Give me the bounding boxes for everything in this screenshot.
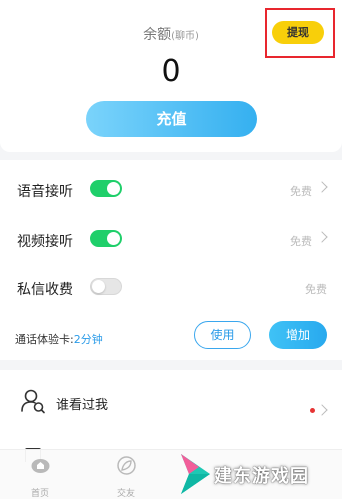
withdraw-button[interactable]: 提现	[272, 21, 324, 44]
site-watermark: 建东游戏园	[176, 450, 342, 499]
toggle-knob	[107, 232, 120, 245]
balance-label-text: 余额	[143, 27, 172, 43]
call-trial-minutes: 2分钟	[73, 333, 103, 346]
chevron-right-icon	[316, 181, 328, 193]
voice-answer-label: 语音接听	[17, 184, 73, 200]
add-trial-button[interactable]: 增加	[269, 321, 327, 349]
tab-home[interactable]: 首页	[20, 454, 60, 499]
notification-dot	[310, 408, 315, 413]
balance-value: 0	[161, 54, 181, 89]
video-answer-label: 视频接听	[17, 234, 73, 250]
recharge-button[interactable]: 充值	[86, 101, 257, 137]
balance-unit: (聊币)	[171, 31, 199, 42]
toggle-knob	[92, 280, 105, 293]
voice-answer-price: 免费	[290, 185, 312, 198]
voice-answer-toggle[interactable]	[90, 180, 122, 197]
call-settings-card: 语音接听 免费 视频接听 免费 私信收费 免费 通话体验卡:2分钟 使用 增加	[0, 160, 342, 360]
tab-home-label: 首页	[30, 489, 49, 499]
video-answer-toggle[interactable]	[90, 230, 122, 247]
tab-friends[interactable]: 交友	[106, 454, 146, 499]
chevron-right-icon	[316, 231, 328, 243]
private-message-fee-row: 私信收费 免费	[0, 266, 342, 310]
chevron-right-icon	[316, 404, 328, 416]
home-icon	[31, 459, 50, 473]
user-search-icon	[21, 389, 45, 414]
use-trial-button[interactable]: 使用	[194, 321, 251, 349]
who-viewed-me-label: 谁看过我	[56, 398, 109, 413]
tab-friends-label: 交友	[116, 489, 135, 499]
private-message-fee-price: 免费	[305, 283, 327, 296]
call-trial-card-label: 通话体验卡:2分钟	[15, 331, 103, 347]
who-viewed-me-item[interactable]: 谁看过我	[0, 380, 342, 424]
toggle-knob	[107, 182, 120, 195]
voice-answer-row[interactable]: 语音接听 免费	[0, 168, 342, 212]
leaf-icon	[117, 456, 136, 475]
watermark-text: 建东游戏园	[214, 466, 309, 487]
private-message-fee-label: 私信收费	[17, 282, 73, 298]
call-trial-card-text: 通话体验卡:	[15, 333, 74, 346]
watermark-logo-icon	[181, 454, 210, 494]
video-answer-price: 免费	[290, 235, 312, 248]
private-message-fee-toggle[interactable]	[90, 278, 122, 295]
balance-card: 余额(聊币) 0 提现 充值	[0, 0, 342, 152]
video-answer-row[interactable]: 视频接听 免费	[0, 218, 342, 262]
